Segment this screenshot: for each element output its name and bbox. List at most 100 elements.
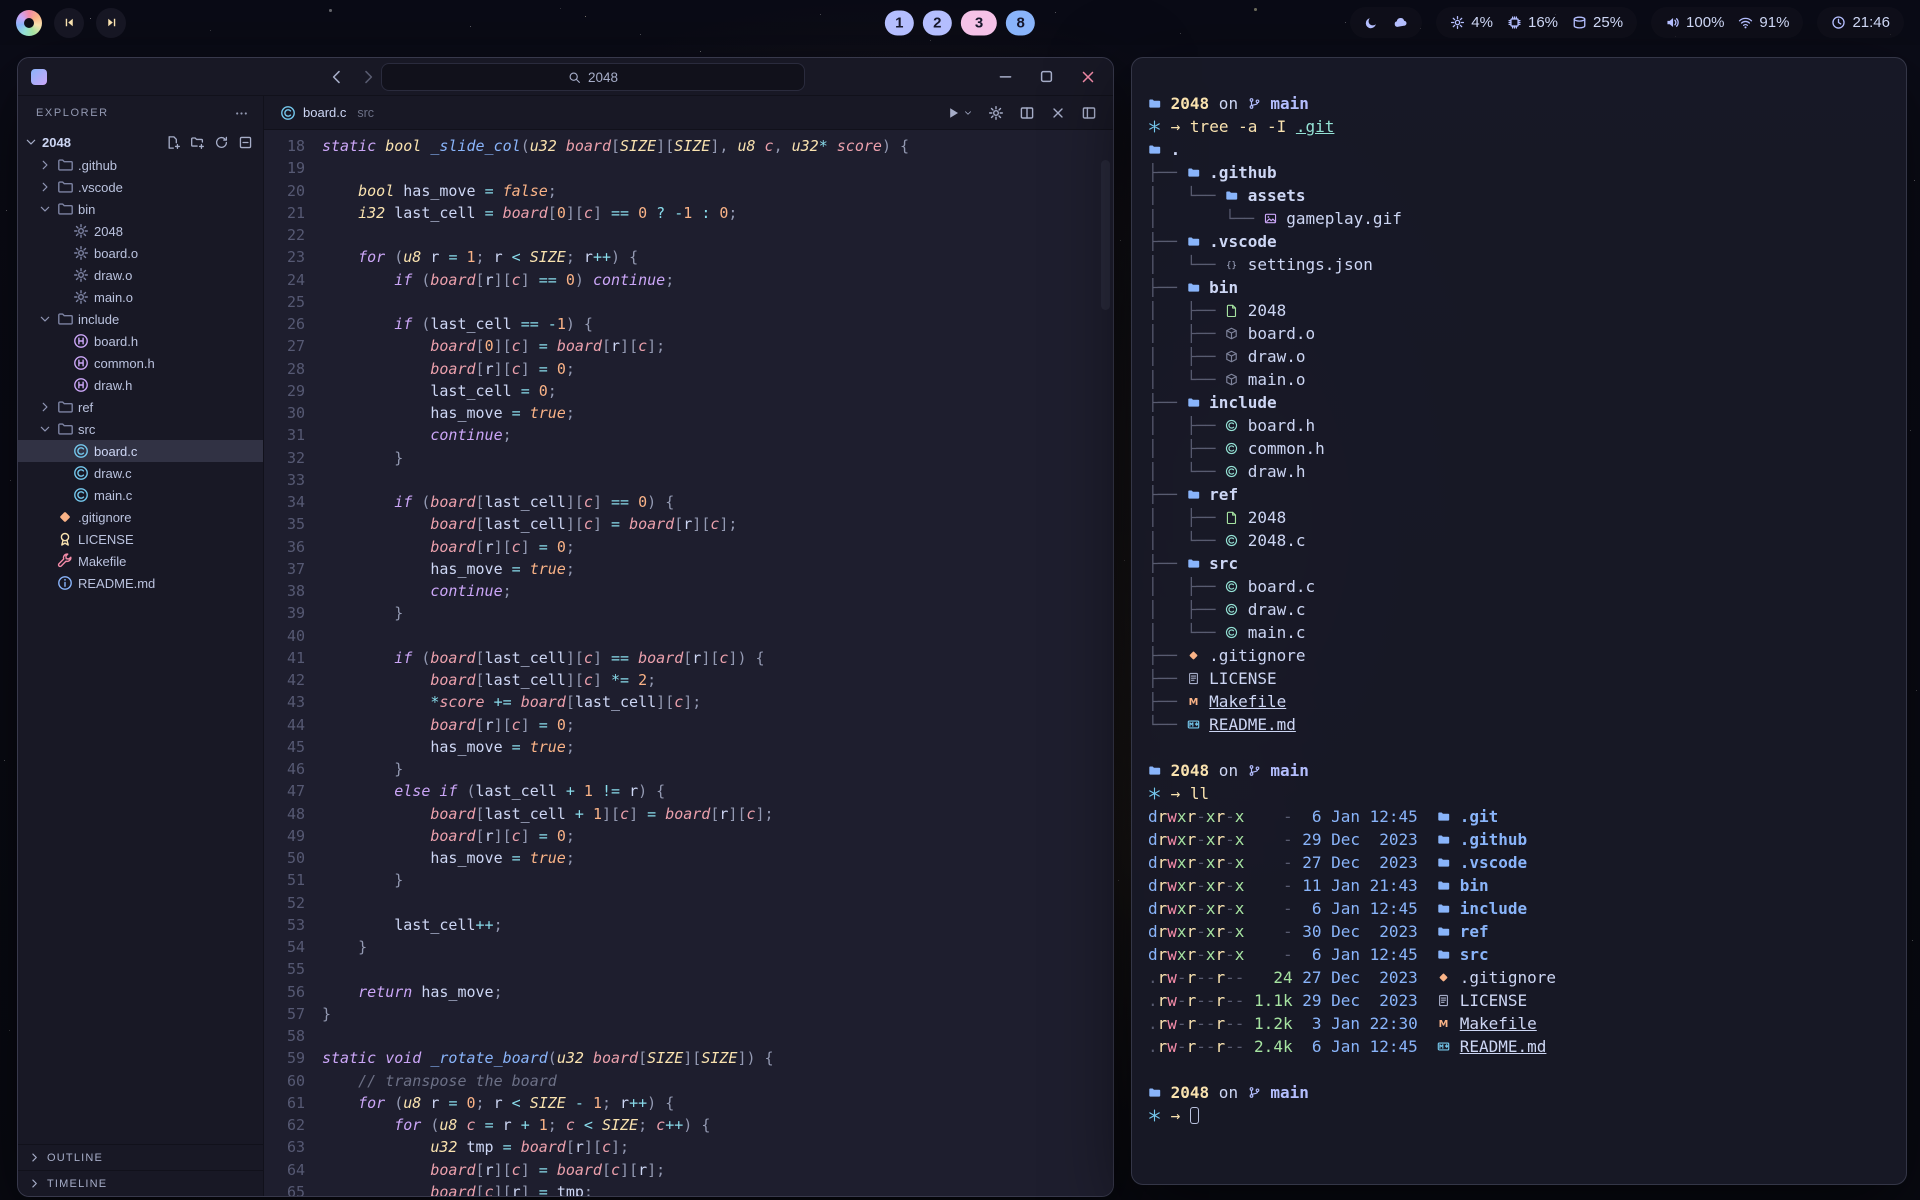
weather-module[interactable]	[1350, 7, 1422, 38]
media-prev-button[interactable]	[54, 8, 84, 38]
explorer-item-draw.c[interactable]: draw.c	[18, 462, 263, 484]
clock-icon	[1831, 15, 1846, 30]
media-next-button[interactable]	[96, 8, 126, 38]
folder-icon	[1148, 764, 1161, 777]
explorer-item-board.h[interactable]: board.h	[18, 330, 263, 352]
folder-icon	[1437, 902, 1450, 915]
media-prev-icon	[63, 16, 76, 29]
code-line: *score += board[last_cell][c];	[322, 691, 1113, 713]
audio-network-module[interactable]: 100% 91%	[1651, 7, 1803, 38]
outline-panel[interactable]: OUTLINE	[18, 1144, 263, 1170]
memory-value: 16%	[1528, 14, 1558, 31]
code-line	[322, 469, 1113, 491]
command-center-search[interactable]: 2048	[381, 63, 805, 91]
explorer-item-label: .github	[78, 158, 117, 173]
explorer-item-main.c[interactable]: main.c	[18, 484, 263, 506]
terminal-line: .	[1148, 138, 1892, 161]
root-label: 2048	[42, 135, 71, 150]
explorer-root[interactable]: 2048	[18, 130, 263, 154]
permissions: drwxr-xr-x	[1148, 922, 1244, 941]
nav-back-icon[interactable]	[328, 68, 346, 86]
layout-toggle-icon[interactable]	[1081, 105, 1097, 121]
explorer-item-2048[interactable]: 2048	[18, 220, 263, 242]
explorer-item-README.md[interactable]: README.md	[18, 572, 263, 594]
folder-icon	[1437, 810, 1450, 823]
terminal-line: drwxr-xr-x - 6 Jan 12:45 src	[1148, 943, 1892, 966]
sidebar-panels: OUTLINE TIMELINE	[18, 1144, 263, 1196]
editor-main: EXPLORER 2048 .github.vscodebin2048board…	[18, 96, 1113, 1196]
terminal-line: ├── bin	[1148, 276, 1892, 299]
new-folder-icon[interactable]	[190, 135, 205, 150]
explorer-item-main.o[interactable]: main.o	[18, 286, 263, 308]
terminal-line: │ ├── board.c	[1148, 575, 1892, 598]
explorer-item-include[interactable]: include	[18, 308, 263, 330]
terminal-line: │ ├── board.h	[1148, 414, 1892, 437]
settings-gear-icon[interactable]	[988, 105, 1004, 121]
maximize-icon[interactable]	[1038, 68, 1055, 85]
split-editor-icon[interactable]	[1019, 105, 1035, 121]
explorer-item-.gitignore[interactable]: .gitignore	[18, 506, 263, 528]
book-icon	[1187, 718, 1200, 731]
explorer-item-ref[interactable]: ref	[18, 396, 263, 418]
code-area[interactable]: static bool _slide_col(u32 board[SIZE][S…	[322, 135, 1113, 1196]
code-line: static void _rotate_board(u32 board[SIZE…	[322, 1047, 1113, 1069]
collapse-all-icon[interactable]	[238, 135, 253, 150]
explorer-more-icon[interactable]	[234, 106, 249, 121]
explorer-item-label: draw.o	[94, 268, 132, 283]
explorer-item-LICENSE[interactable]: LICENSE	[18, 528, 263, 550]
workspace-1[interactable]: 1	[885, 10, 914, 35]
explorer-item-bin[interactable]: bin	[18, 198, 263, 220]
explorer-item-draw.h[interactable]: draw.h	[18, 374, 263, 396]
distro-menu-button[interactable]	[16, 10, 42, 36]
explorer-title: EXPLORER	[36, 107, 109, 119]
workspace-2[interactable]: 2	[923, 10, 952, 35]
snowflake-icon	[1148, 787, 1161, 800]
explorer-item-src[interactable]: src	[18, 418, 263, 440]
branch-icon	[1248, 97, 1261, 110]
new-file-icon[interactable]	[166, 135, 181, 150]
explorer-item-.github[interactable]: .github	[18, 154, 263, 176]
timeline-panel[interactable]: TIMELINE	[18, 1170, 263, 1196]
timeline-label: TIMELINE	[47, 1178, 107, 1190]
nav-forward-icon[interactable]	[359, 68, 377, 86]
terminal-line: drwxr-xr-x - 27 Dec 2023 .vscode	[1148, 851, 1892, 874]
explorer-item-board.o[interactable]: board.o	[18, 242, 263, 264]
minimize-icon[interactable]	[997, 68, 1014, 85]
close-editor-icon[interactable]	[1050, 105, 1066, 121]
folder-icon	[1148, 97, 1161, 110]
folder-o-icon	[57, 157, 73, 173]
folder-icon	[1187, 166, 1200, 179]
code-line: bool has_move = false;	[322, 180, 1113, 202]
tab-board.c[interactable]: board.c src	[280, 105, 374, 121]
line-numbers: 1819202122232425262728293031323334353637…	[264, 135, 322, 1196]
explorer-item-Makefile[interactable]: Makefile	[18, 550, 263, 572]
explorer-item-board.c[interactable]: board.c	[18, 440, 263, 462]
editor-scrollbar[interactable]	[1101, 160, 1110, 310]
close-icon[interactable]	[1079, 68, 1097, 86]
terminal-line: │ └── assets	[1148, 184, 1892, 207]
svg-text:M: M	[1188, 697, 1198, 708]
disk-icon	[1572, 15, 1587, 30]
code-line: for (u8 c = r + 1; c < SIZE; c++) {	[322, 1114, 1113, 1136]
system-stats-module[interactable]: 4% 16% 25%	[1436, 7, 1637, 38]
run-button[interactable]	[945, 105, 973, 121]
topbar-right: 4% 16% 25% 100% 91% 21:46	[1350, 7, 1904, 38]
clock-module[interactable]: 21:46	[1817, 7, 1904, 38]
workspace-8[interactable]: 8	[1006, 10, 1035, 35]
moon-icon	[1364, 15, 1379, 30]
folder-icon	[1225, 189, 1238, 202]
explorer-item-draw.o[interactable]: draw.o	[18, 264, 263, 286]
explorer-item-.vscode[interactable]: .vscode	[18, 176, 263, 198]
wifi-icon	[1738, 15, 1753, 30]
code-line	[322, 958, 1113, 980]
terminal-line: │ ├── board.o	[1148, 322, 1892, 345]
code-line: board[r][c] = 0;	[322, 536, 1113, 558]
clang-icon	[1225, 534, 1238, 547]
workspace-3[interactable]: 3	[961, 10, 997, 35]
explorer-item-label: bin	[78, 202, 95, 217]
hlang-icon	[73, 333, 89, 349]
terminal-window[interactable]: 2048 on main → tree -a -I .git .├── .git…	[1131, 57, 1907, 1185]
explorer-item-common.h[interactable]: common.h	[18, 352, 263, 374]
terminal-line: .rw-r--r-- 1.2k 3 Jan 22:30 M Makefile	[1148, 1012, 1892, 1035]
refresh-icon[interactable]	[214, 135, 229, 150]
